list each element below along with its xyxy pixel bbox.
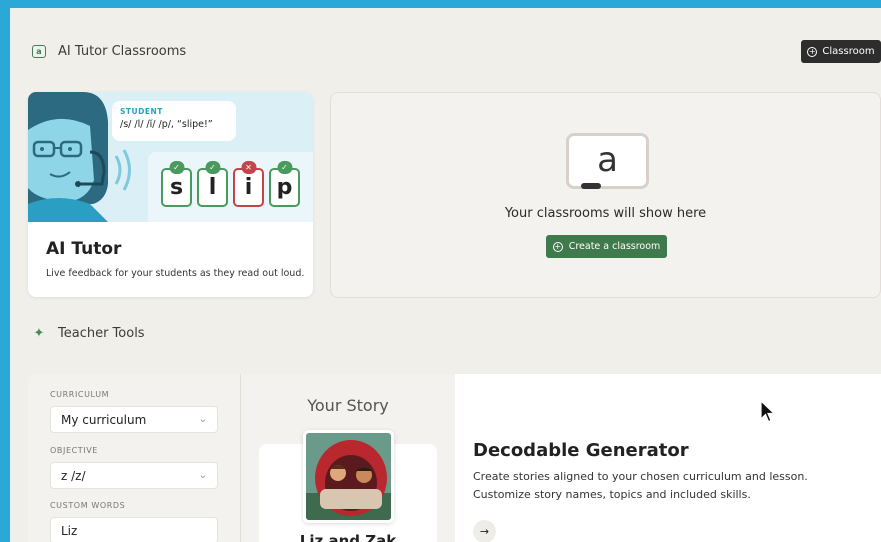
letter-tile-value: l [208,175,217,200]
empty-classroom-icon: a [566,133,649,189]
x-icon: ✕ [241,161,256,174]
custom-words-input[interactable]: Liz [50,517,218,542]
ai-tutor-card[interactable]: STUDENT /s/ /l/ /ĭ/ /p/, “slipe!” ✓ s ✓ … [28,92,313,297]
check-icon: ✓ [169,161,184,174]
story-cover-illustration [306,433,391,520]
create-classroom-label: Create a classroom [568,241,661,252]
plus-circle-icon: + [552,241,563,252]
letter-tile: ✓ l [197,161,228,207]
phoneme-text: /s/ /l/ /ĭ/ /p/, “slipe!” [120,119,213,130]
letter-tiles-panel: ✓ s ✓ l ✕ i ✓ p [148,152,313,222]
speaker-label: STUDENT [120,107,163,116]
decodable-generator-panel: CURRICULUM My curriculum ⌄ OBJECTIVE z /… [28,374,881,542]
letter-tile-value: i [244,175,253,200]
curriculum-select[interactable]: My curriculum ⌄ [50,406,218,433]
teacher-tools-header: ✦ Teacher Tools [32,326,145,341]
sparkle-icon: ✦ [33,326,45,341]
empty-state-text: Your classrooms will show here [504,206,707,221]
story-book-title: Liz and Zak [299,532,397,542]
letter-tile-value: p [276,175,293,200]
custom-words-value: Liz [61,523,78,538]
add-classroom-label: Classroom [822,46,875,57]
generator-description: Create stories aligned to your chosen cu… [473,470,808,501]
empty-icon-letter: a [597,140,618,180]
classroom-icon: a [32,45,46,58]
objective-select[interactable]: z /z/ ⌄ [50,462,218,489]
check-icon: ✓ [205,161,220,174]
letter-tile-error: ✕ i [233,161,264,207]
create-classroom-button[interactable]: + Create a classroom [546,235,667,258]
generator-title: Decodable Generator [473,440,689,461]
objective-label: OBJECTIVE [50,446,98,455]
letter-tile: ✓ s [161,161,192,207]
custom-words-label: CUSTOM WORDS [50,501,126,510]
classrooms-empty-state: a Your classrooms will show here + Creat… [330,92,881,298]
chevron-down-icon: ⌄ [198,414,207,425]
classrooms-section-title: AI Tutor Classrooms [58,44,187,59]
curriculum-label: CURRICULUM [50,390,110,399]
story-preview: Your Story Liz and Zak [241,374,455,542]
story-cover-image [303,430,394,523]
teacher-tools-title: Teacher Tools [58,326,145,341]
ai-tutor-description: Live feedback for your students as they … [46,268,305,279]
add-classroom-button[interactable]: + Classroom [801,40,881,63]
check-icon: ✓ [277,161,292,174]
ai-tutor-illustration: STUDENT /s/ /l/ /ĭ/ /p/, “slipe!” ✓ s ✓ … [28,92,313,222]
story-heading: Your Story [307,396,389,415]
open-generator-button[interactable]: → [473,520,496,542]
generator-info: Decodable Generator Create stories align… [455,374,881,542]
generator-form: CURRICULUM My curriculum ⌄ OBJECTIVE z /… [28,374,241,542]
objective-value: z /z/ [61,468,86,483]
underline-bar [581,183,601,189]
classrooms-section-header: a AI Tutor Classrooms [32,44,186,59]
curriculum-value: My curriculum [61,412,147,427]
ai-tutor-title: AI Tutor [46,239,122,259]
plus-circle-icon: + [807,46,818,57]
letter-tile-value: s [169,175,184,200]
mouse-pointer-icon [760,400,776,423]
arrow-right-icon: → [479,525,490,538]
chevron-down-icon: ⌄ [198,470,207,481]
app-window: a AI Tutor Classrooms + Classroom STUDEN… [10,8,881,542]
student-speech-bubble: STUDENT /s/ /l/ /ĭ/ /p/, “slipe!” [112,101,236,141]
letter-tile: ✓ p [269,161,300,207]
